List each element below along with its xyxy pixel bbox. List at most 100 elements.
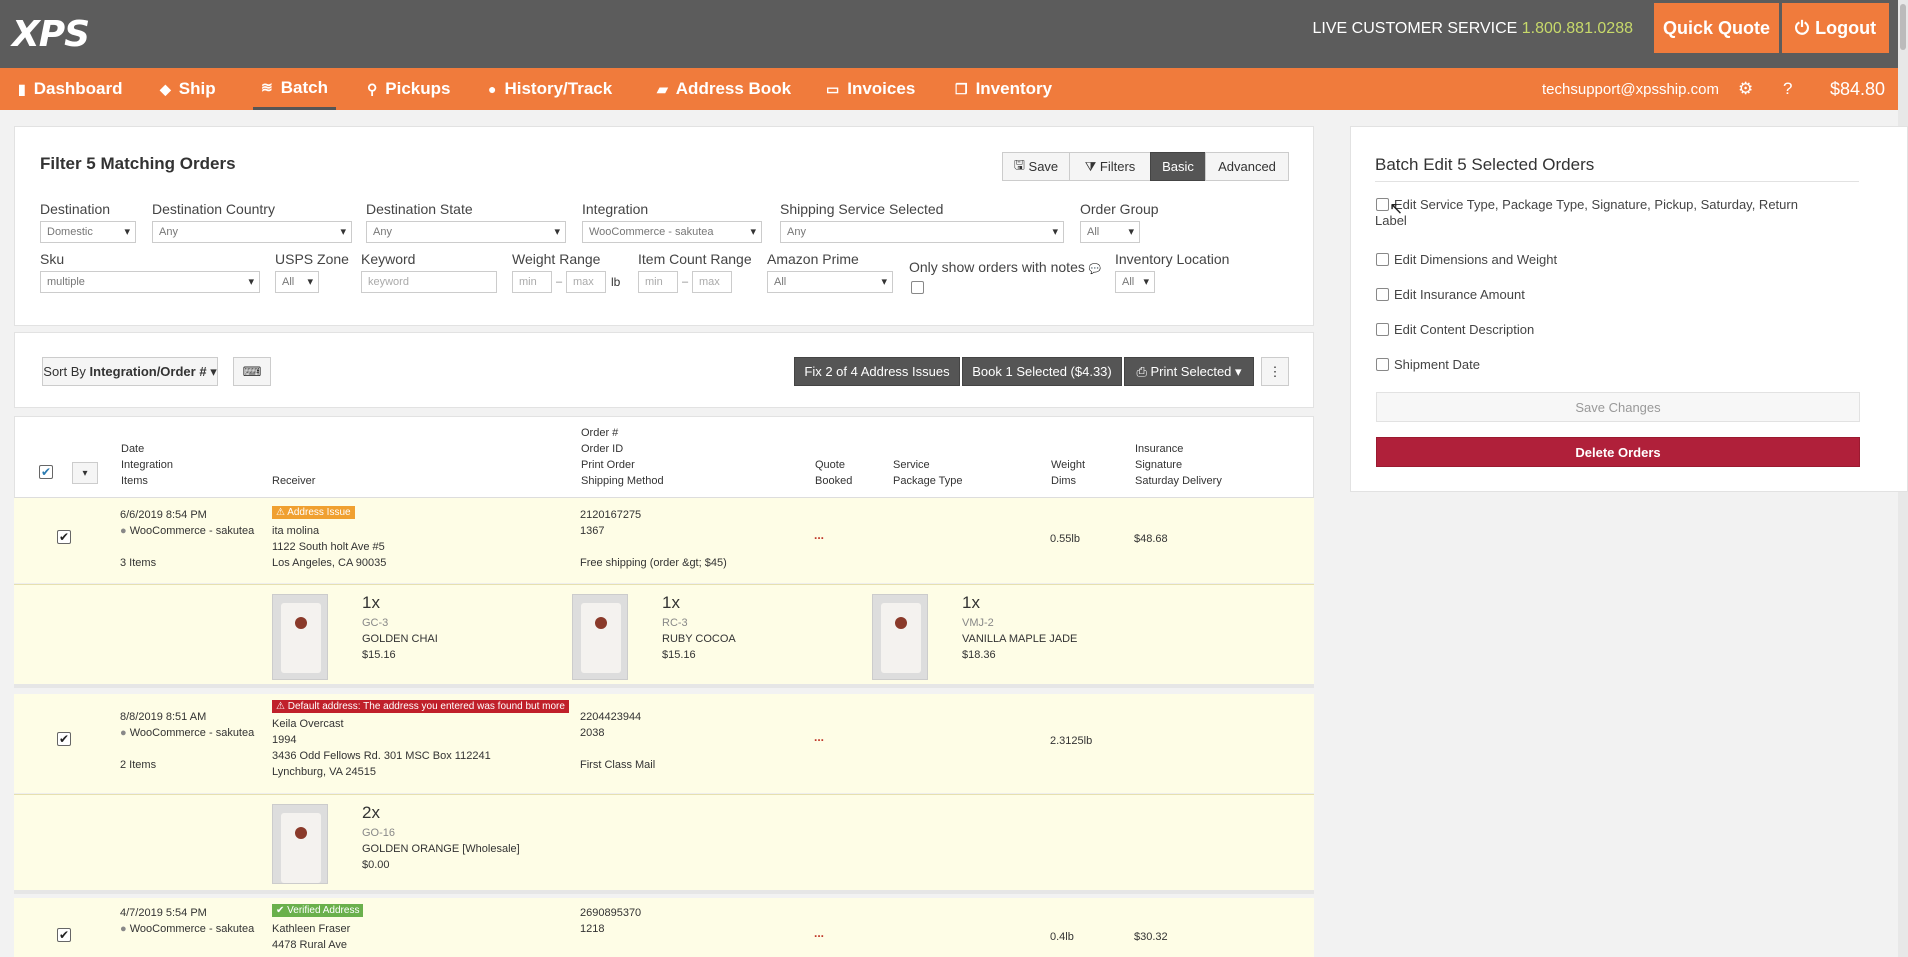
keyword-input[interactable]: keyword [361,271,497,293]
xps-logo[interactable]: XPS [12,14,90,55]
sort-dropdown[interactable]: Sort By Integration/Order # ▾ [42,357,218,386]
fix-address-issues-button[interactable]: Fix 2 of 4 Address Issues [794,357,960,386]
order-group-select[interactable]: All [1080,221,1140,243]
usps-zone-select[interactable]: All [275,271,319,293]
verified-address-badge[interactable]: ✔ Verified Address [272,904,364,917]
edit-content-label[interactable]: Edit Content Description [1394,322,1534,337]
edit-content-checkbox[interactable] [1376,323,1389,336]
quote-loading[interactable]: ... [814,528,824,542]
more-actions-button[interactable]: ⋮ [1261,357,1289,386]
nav-batch[interactable]: ≋ Batch [253,68,336,110]
address-error-badge[interactable]: ⚠ Default address: The address you enter… [272,700,569,713]
shipping-method: Free shipping (order &gt; $45) [580,557,727,569]
order-integration: ● WooCommerce - sakutea [120,923,255,935]
product-name: GOLDEN ORANGE [Wholesale] [362,843,520,855]
select-menu-button[interactable]: ▾ [72,462,98,484]
help-icon[interactable]: ? [1783,68,1792,110]
header-receiver[interactable]: Receiver [272,473,315,489]
header-insurance[interactable]: Insurance Signature Saturday Delivery [1135,441,1222,489]
items-max-input[interactable]: max [692,271,732,293]
header-date[interactable]: Date Integration Items [121,441,173,489]
order-weight: 2.3125lb [1050,735,1093,747]
scrollbar-thumb[interactable] [1900,4,1906,50]
order-insurance: $48.68 [1134,533,1168,545]
items-min-input[interactable]: min [638,271,678,293]
account-email[interactable]: techsupport@xpsship.com [1542,68,1719,110]
item-count-label: Item Count Range [638,251,752,267]
product-image[interactable] [872,594,928,680]
service-select[interactable]: Any [780,221,1064,243]
edit-service-checkbox[interactable] [1376,198,1389,211]
edit-insurance-checkbox[interactable] [1376,288,1389,301]
order-group-label: Order Group [1080,201,1159,217]
nav-ship[interactable]: ◆ Ship [160,68,216,110]
select-all-checkbox[interactable]: ✔ [39,465,53,479]
quick-quote-button[interactable]: Quick Quote [1654,3,1779,53]
product-image[interactable] [272,804,328,884]
row-checkbox[interactable]: ✔ [57,530,71,544]
nav-address-book[interactable]: ▰ Address Book [657,68,791,110]
globe-icon: ● [488,81,497,97]
cs-phone[interactable]: 1.800.881.0288 [1522,20,1633,37]
keyboard-shortcuts-button[interactable]: ⌨ [233,357,271,386]
mouse-cursor-icon: ↖ [1389,199,1404,218]
dest-country-select[interactable]: Any [152,221,352,243]
gear-icon[interactable]: ⚙ [1738,68,1753,110]
delete-orders-button[interactable]: Delete Orders [1376,437,1860,467]
inventory-location-select[interactable]: All [1115,271,1155,293]
dest-country-label: Destination Country [152,201,275,217]
table-row[interactable]: ✔ 6/6/2019 8:54 PM ● WooCommerce - sakut… [14,498,1314,584]
weight-max-input[interactable]: max [566,271,606,293]
order-weight: 0.4lb [1050,931,1074,943]
edit-service-label[interactable]: Edit Service Type, Package Type, Signatu… [1394,197,1798,212]
nav-dashboard[interactable]: ▮ Dashboard [18,68,123,110]
nav-inventory[interactable]: ❐ Inventory [955,68,1052,110]
row-checkbox[interactable]: ✔ [57,928,71,942]
book-selected-button[interactable]: Book 1 Selected ($4.33) [962,357,1122,386]
shipment-date-label[interactable]: Shipment Date [1394,357,1480,372]
integration-select[interactable]: WooCommerce - sakutea [582,221,762,243]
notes-checkbox[interactable] [911,281,924,294]
sku-select[interactable]: multiple [40,271,260,293]
nav-history-track[interactable]: ● History/Track [488,68,612,110]
quote-loading[interactable]: ... [814,926,824,940]
header-weight[interactable]: Weight Dims [1051,457,1085,489]
header-quote[interactable]: Quote Booked [815,457,852,489]
print-selected-button[interactable]: ⎙ Print Selected ▾ [1124,357,1254,386]
shipping-method: First Class Mail [580,759,656,771]
nav-invoices[interactable]: ▭ Invoices [826,68,915,110]
book-icon: ▰ [657,80,668,97]
account-balance[interactable]: $84.80 [1830,68,1885,110]
destination-select[interactable]: Domestic [40,221,136,243]
vertical-dots-icon: ⋮ [1268,363,1282,379]
address-issue-badge[interactable]: ⚠ Address Issue [272,506,355,519]
dest-state-select[interactable]: Any [366,221,566,243]
keyword-label: Keyword [361,251,416,267]
edit-insurance-label[interactable]: Edit Insurance Amount [1394,287,1525,302]
edit-dimensions-label[interactable]: Edit Dimensions and Weight [1394,252,1557,267]
save-changes-button[interactable]: Save Changes [1376,392,1860,422]
receiver-name: Kathleen Fraser [272,923,351,935]
header-order[interactable]: Order # Order ID Print Order Shipping Metho… [581,425,664,489]
table-row[interactable]: ✔ 8/8/2019 8:51 AM ● WooCommerce - sakut… [14,694,1314,794]
basic-tab[interactable]: Basic [1150,152,1206,181]
save-filter-button[interactable]: 🖫 Save [1002,152,1070,181]
amazon-prime-select[interactable]: All [767,271,893,293]
product-sku: GO-16 [362,827,396,839]
nav-pickups[interactable]: ⚲ Pickups [367,68,450,110]
row-checkbox[interactable]: ✔ [57,732,71,746]
power-icon: ⏻ [1794,17,1810,38]
quote-loading[interactable]: ... [814,730,824,744]
order-date: 6/6/2019 8:54 PM [120,509,207,521]
header-service[interactable]: Service Package Type [893,457,963,489]
order-integration: ● WooCommerce - sakutea [120,525,255,537]
logout-button[interactable]: ⏻ Logout [1782,3,1889,53]
advanced-tab[interactable]: Advanced [1205,152,1289,181]
shipment-date-checkbox[interactable] [1376,358,1389,371]
edit-dimensions-checkbox[interactable] [1376,253,1389,266]
product-image[interactable] [272,594,328,680]
filters-button[interactable]: ⧩ Filters [1069,152,1151,181]
weight-min-input[interactable]: min [512,271,552,293]
product-image[interactable] [572,594,628,680]
table-row[interactable]: ✔ 4/7/2019 5:54 PM ● WooCommerce - sakut… [14,898,1314,957]
